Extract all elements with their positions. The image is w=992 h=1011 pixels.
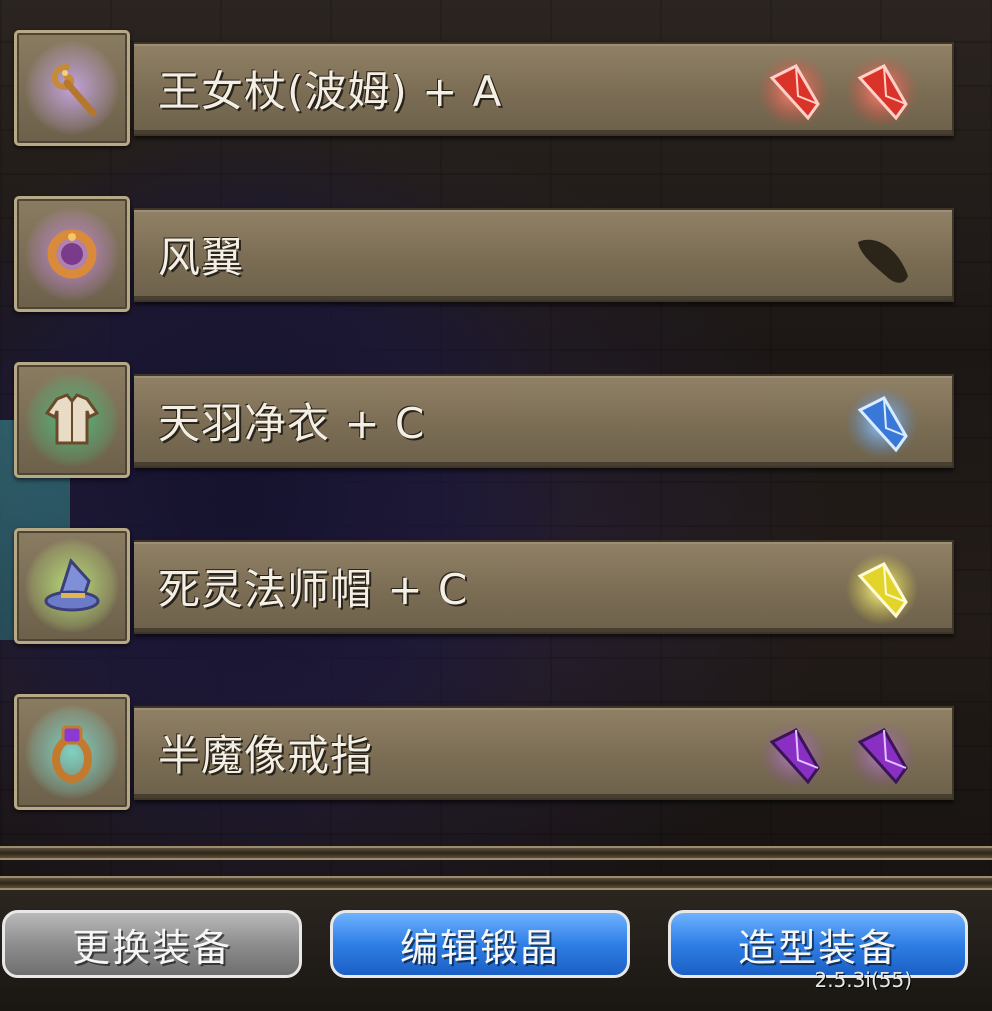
equipment-row-body[interactable]: 天羽净衣 + C bbox=[0, 362, 992, 492]
wizard-hat-icon bbox=[44, 558, 100, 612]
purple-crystal-icon bbox=[758, 716, 830, 794]
blue-crystal-icon bbox=[846, 384, 918, 462]
ornate-divider bbox=[0, 846, 992, 860]
equipment-name: 王女杖(波姆) + A bbox=[158, 67, 503, 116]
dark-crystal-icon bbox=[846, 218, 918, 296]
staff-icon bbox=[51, 64, 97, 117]
ring-icon bbox=[52, 725, 92, 783]
equipment-slot-body[interactable] bbox=[14, 362, 130, 478]
gem-slots bbox=[846, 384, 918, 462]
equipment-bar-weapon[interactable]: 王女杖(波姆) + A bbox=[134, 42, 954, 136]
version-label: 2.5.3i(55) bbox=[814, 968, 913, 992]
edit-crystals-button[interactable]: 编辑锻晶 bbox=[330, 910, 630, 978]
robe-icon bbox=[44, 393, 100, 445]
equipment-slot-ring[interactable] bbox=[14, 694, 130, 810]
gem-slots bbox=[758, 716, 918, 794]
equipment-row-ring[interactable]: 半魔像戒指 bbox=[0, 694, 992, 824]
equipment-name: 半魔像戒指 bbox=[158, 731, 374, 780]
equipment-name: 死灵法师帽 + C bbox=[158, 565, 469, 614]
red-crystal-icon bbox=[758, 52, 830, 130]
equipment-name: 风翼 bbox=[158, 233, 245, 282]
gem-slots bbox=[846, 218, 918, 296]
yellow-crystal-icon bbox=[846, 550, 918, 628]
equipment-row-head[interactable]: 死灵法师帽 + C bbox=[0, 528, 992, 658]
equipment-slot-head[interactable] bbox=[14, 528, 130, 644]
gem-slots bbox=[758, 52, 918, 130]
equipment-bar-head[interactable]: 死灵法师帽 + C bbox=[134, 540, 954, 634]
equipment-bar-ring[interactable]: 半魔像戒指 bbox=[134, 706, 954, 800]
equipment-row-accessory[interactable]: 风翼 bbox=[0, 196, 992, 326]
equipment-bar-accessory[interactable]: 风翼 bbox=[134, 208, 954, 302]
equipment-row-weapon[interactable]: 王女杖(波姆) + A bbox=[0, 30, 992, 160]
equipment-slot-weapon[interactable] bbox=[14, 30, 130, 146]
equipment-slot-accessory[interactable] bbox=[14, 196, 130, 312]
red-crystal-icon bbox=[846, 52, 918, 130]
gem-slots bbox=[846, 550, 918, 628]
purple-crystal-icon bbox=[846, 716, 918, 794]
equipment-bar-body[interactable]: 天羽净衣 + C bbox=[134, 374, 954, 468]
change-equipment-button[interactable]: 更换装备 bbox=[2, 910, 302, 978]
wing-ring-icon bbox=[47, 229, 97, 279]
ornate-divider bbox=[0, 876, 992, 890]
equipment-name: 天羽净衣 + C bbox=[158, 399, 426, 448]
